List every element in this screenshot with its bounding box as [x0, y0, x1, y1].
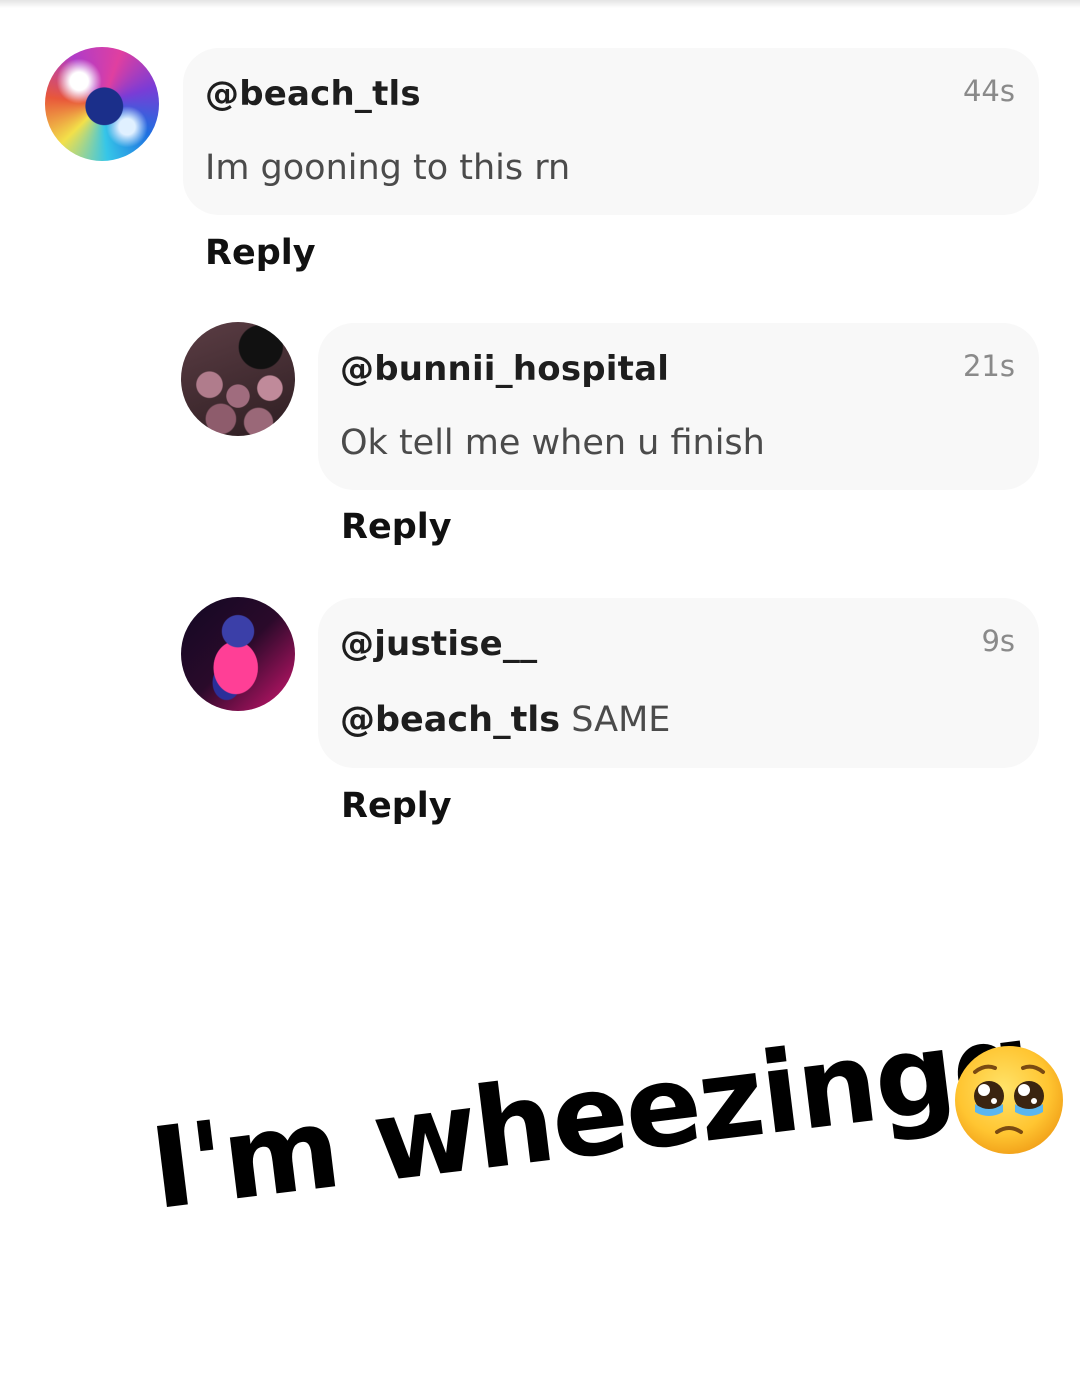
avatar-bunnii-hospital[interactable] — [181, 322, 295, 436]
reply-button[interactable]: Reply — [341, 507, 452, 547]
reply-button[interactable]: Reply — [341, 786, 452, 826]
pleading-face-emoji-icon — [955, 1046, 1063, 1154]
comment-bubble: @justise__ 9s @beach_tls SAME — [318, 598, 1039, 768]
comment-text-body: SAME — [571, 700, 671, 740]
comment-username[interactable]: @beach_tls — [205, 74, 421, 114]
avatar-beach-tls[interactable] — [45, 47, 159, 161]
comment-text: Im gooning to this rn — [205, 148, 571, 188]
comment-username[interactable]: @justise__ — [340, 624, 537, 664]
mention-link[interactable]: @beach_tls — [340, 700, 560, 740]
caption-text: I'm wheezingg — [144, 998, 1038, 1235]
reply-button[interactable]: Reply — [205, 233, 316, 273]
avatar-justise[interactable] — [181, 597, 295, 711]
comment-timestamp: 9s — [981, 624, 1015, 658]
comment-bubble: @beach_tls 44s Im gooning to this rn — [183, 48, 1039, 215]
comment-timestamp: 44s — [962, 74, 1015, 108]
top-divider — [0, 0, 1080, 8]
comment-text: Ok tell me when u finish — [340, 423, 765, 463]
comment-timestamp: 21s — [962, 349, 1015, 383]
comment-text: @beach_tls SAME — [340, 700, 670, 740]
comment-bubble: @bunnii_hospital 21s Ok tell me when u f… — [318, 323, 1039, 490]
comment-username[interactable]: @bunnii_hospital — [340, 349, 669, 389]
